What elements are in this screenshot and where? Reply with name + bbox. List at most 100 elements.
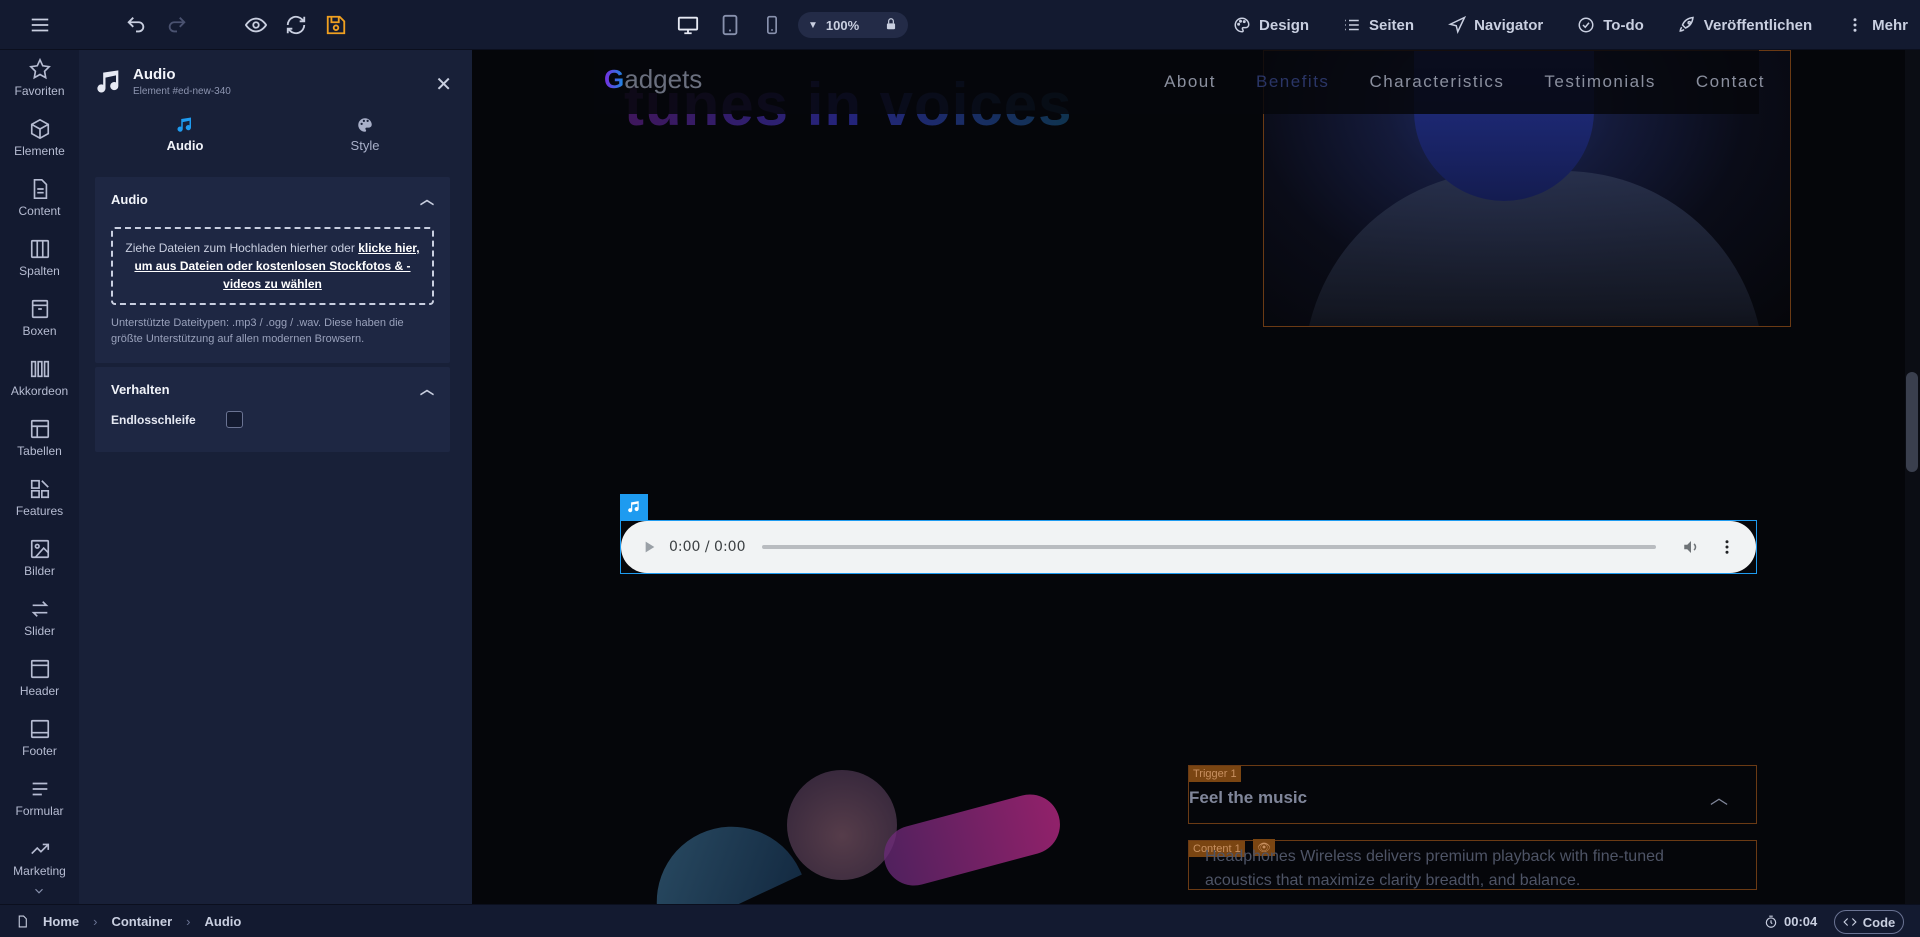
audio-player[interactable]: 0:00 / 0:00 xyxy=(621,521,1756,573)
undo-icon[interactable] xyxy=(124,13,148,37)
top-toolbar: ▼ 100% Design Seiten Navigator To-do Ver… xyxy=(0,0,1920,50)
site-logo[interactable]: Gadgets xyxy=(604,64,702,95)
rail-item-features[interactable]: Features xyxy=(0,478,79,518)
rail-item-marketing[interactable]: Marketing xyxy=(0,838,79,878)
footer-icon xyxy=(30,719,49,739)
top-menu: Design Seiten Navigator To-do Veröffentl… xyxy=(1233,0,1908,50)
music-note-icon xyxy=(97,70,119,93)
volume-icon[interactable] xyxy=(1682,538,1700,556)
rail-item-header[interactable]: Header xyxy=(0,658,79,698)
audio-element-badge[interactable] xyxy=(620,494,648,520)
tab-style[interactable]: Style xyxy=(275,116,455,156)
music-note-icon xyxy=(628,501,639,513)
headphones-image-arm-right xyxy=(877,787,1067,893)
zoom-control[interactable]: ▼ 100% xyxy=(798,12,908,38)
rail-scroll-down-icon[interactable] xyxy=(30,884,48,901)
cube-icon xyxy=(30,118,49,140)
nav-link-characteristics[interactable]: Characteristics xyxy=(1369,72,1504,92)
behavior-section-header[interactable]: Verhalten ︿ xyxy=(95,367,450,411)
close-icon[interactable]: ✕ xyxy=(435,72,452,97)
document-icon xyxy=(33,179,47,199)
device-switcher xyxy=(675,12,785,38)
rail-item-spalten[interactable]: Spalten xyxy=(0,238,79,278)
logo-rest: adgets xyxy=(624,64,703,94)
trigger-tag: Trigger 1 xyxy=(1189,766,1241,782)
kebab-icon[interactable] xyxy=(1718,538,1736,556)
box-icon xyxy=(31,299,48,319)
table-icon xyxy=(30,419,49,439)
status-bar: Home › Container › Audio 00:04 Code xyxy=(0,904,1920,937)
audio-progress-track[interactable] xyxy=(761,545,1656,549)
check-circle-icon xyxy=(1578,17,1594,33)
rail-item-content[interactable]: Content xyxy=(0,178,79,218)
todo-button[interactable]: To-do xyxy=(1577,16,1644,34)
tab-audio[interactable]: Audio xyxy=(95,116,275,156)
more-button[interactable]: Mehr xyxy=(1846,16,1908,34)
header-icon xyxy=(30,659,49,679)
rail-item-boxen[interactable]: Boxen xyxy=(0,298,79,338)
code-button[interactable]: Code xyxy=(1834,910,1904,934)
nav-link-benefits[interactable]: Benefits xyxy=(1256,72,1329,92)
canvas-scrollbar[interactable] xyxy=(1905,50,1920,904)
chevron-up-icon: ︿ xyxy=(420,191,434,207)
redo-icon[interactable] xyxy=(165,13,189,37)
pages-button[interactable]: Seiten xyxy=(1343,16,1414,34)
breadcrumb-home[interactable]: Home xyxy=(43,914,79,929)
design-button[interactable]: Design xyxy=(1233,16,1309,34)
editor-canvas: tunes in voices Gadgets About Benefits C… xyxy=(472,50,1905,904)
chevron-down-icon: ▼ xyxy=(808,19,818,31)
rail-item-bilder[interactable]: Bilder xyxy=(0,538,79,578)
music-note-icon xyxy=(177,117,191,132)
palette-icon xyxy=(1234,17,1250,33)
rail-item-tabellen[interactable]: Tabellen xyxy=(0,418,79,458)
rocket-icon xyxy=(1679,16,1694,32)
canvas-scroll-thumb[interactable] xyxy=(1906,372,1918,472)
tablet-view-icon[interactable] xyxy=(717,12,743,38)
breadcrumb-audio[interactable]: Audio xyxy=(204,914,241,929)
page-icon xyxy=(18,915,27,928)
file-dropzone[interactable]: Ziehe Dateien zum Hochladen hierher oder… xyxy=(111,227,434,305)
publish-button[interactable]: Veröffentlichen xyxy=(1678,16,1812,34)
nav-link-contact[interactable]: Contact xyxy=(1696,72,1765,92)
navigator-button[interactable]: Navigator xyxy=(1448,16,1543,34)
list-icon xyxy=(1345,19,1359,31)
behavior-section: Verhalten ︿ Endlosschleife xyxy=(95,367,450,452)
rail-item-slider[interactable]: Slider xyxy=(0,598,79,638)
lock-icon[interactable] xyxy=(884,17,898,34)
refresh-icon[interactable] xyxy=(284,13,308,37)
element-rail: Favoriten Elemente Content Spalten Boxen… xyxy=(0,50,79,904)
panel-subtitle: Element #ed-new-340 xyxy=(133,86,231,97)
zoom-value: 100% xyxy=(825,17,860,33)
play-icon[interactable] xyxy=(641,539,657,555)
save-icon[interactable] xyxy=(324,13,348,37)
mobile-view-icon[interactable] xyxy=(759,12,785,38)
preview-eye-icon[interactable] xyxy=(244,13,268,37)
rail-item-favoriten[interactable]: Favoriten xyxy=(0,58,79,98)
image-icon xyxy=(30,539,49,559)
breadcrumb-separator-icon: › xyxy=(93,914,98,929)
swap-icon xyxy=(31,601,48,617)
accordion-content[interactable]: Content 1 👁 Headphones Wireless delivers… xyxy=(1188,839,1757,890)
desktop-view-icon[interactable] xyxy=(675,12,701,38)
navigator-icon xyxy=(1448,16,1467,34)
accordion-content-text: Headphones Wireless delivers premium pla… xyxy=(1205,848,1664,889)
columns-icon xyxy=(30,239,49,259)
rail-item-elemente[interactable]: Elemente xyxy=(0,118,79,158)
rail-item-footer[interactable]: Footer xyxy=(0,718,79,758)
hamburger-menu-icon[interactable] xyxy=(28,13,52,37)
loop-checkbox[interactable] xyxy=(225,411,243,428)
accordion-trigger[interactable]: Trigger 1 Feel the music ︿ xyxy=(1188,765,1757,824)
panel-title: Audio xyxy=(133,66,176,83)
nav-link-testimonials[interactable]: Testimonials xyxy=(1544,72,1656,92)
audio-section: Audio ︿ Ziehe Dateien zum Hochladen hier… xyxy=(95,177,450,363)
rail-item-formular[interactable]: Formular xyxy=(0,778,79,818)
nav-link-about[interactable]: About xyxy=(1164,72,1216,92)
headphones-image[interactable] xyxy=(632,770,1067,904)
panel-header: Audio Element #ed-new-340 xyxy=(95,66,231,98)
breadcrumb-container[interactable]: Container xyxy=(111,914,172,929)
audio-section-header[interactable]: Audio ︿ xyxy=(95,177,450,221)
chevron-up-icon[interactable]: ︿ xyxy=(1710,784,1728,810)
session-timer: 00:04 xyxy=(1764,914,1817,929)
accordion-icon xyxy=(30,360,49,378)
rail-item-akkordeon[interactable]: Akkordeon xyxy=(0,358,79,398)
